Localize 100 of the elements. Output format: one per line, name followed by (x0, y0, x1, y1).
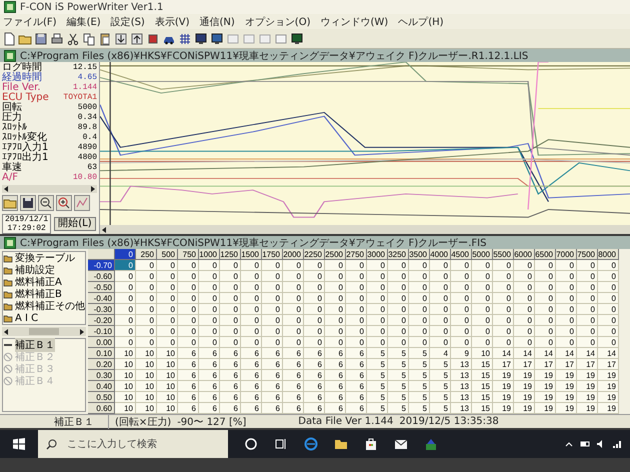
monitor-icon[interactable] (194, 32, 208, 46)
table-cell[interactable]: 0 (220, 293, 241, 304)
table-cell[interactable]: 0 (430, 315, 451, 326)
table-cell[interactable]: 0 (451, 326, 472, 337)
table-cell[interactable]: 5 (430, 392, 451, 403)
table-cell[interactable]: 0 (115, 260, 136, 271)
table-cell[interactable]: 0 (556, 282, 577, 293)
tree-item[interactable]: 燃料補正その他 (15, 299, 85, 313)
table-cell[interactable]: 6 (220, 392, 241, 403)
table-cell[interactable]: 17 (514, 359, 535, 370)
table-cell[interactable]: 0 (262, 282, 283, 293)
table-cell[interactable]: 6 (199, 359, 220, 370)
table-cell[interactable]: 10 (472, 348, 493, 359)
table-cell[interactable]: 0 (199, 337, 220, 348)
table-cell[interactable]: 14 (493, 348, 514, 359)
table-cell[interactable]: 5 (409, 381, 430, 392)
table-cell[interactable]: 6 (283, 381, 304, 392)
network-icon[interactable] (612, 439, 622, 449)
table-cell[interactable]: 0 (346, 304, 367, 315)
table-cell[interactable]: 17 (577, 359, 598, 370)
table-cell[interactable]: 0 (241, 293, 262, 304)
table-cell[interactable]: 0 (556, 337, 577, 348)
table-cell[interactable]: 0 (115, 293, 136, 304)
table-cell[interactable]: 0 (556, 315, 577, 326)
table-cell[interactable]: 0 (430, 260, 451, 271)
row-header[interactable]: -0.70 (88, 260, 115, 271)
table-cell[interactable]: 0 (199, 282, 220, 293)
table-cell[interactable]: 19 (514, 370, 535, 381)
table-cell[interactable]: 0 (556, 260, 577, 271)
table-cell[interactable]: 0 (136, 271, 157, 282)
table-cell[interactable]: 9 (451, 348, 472, 359)
table-cell[interactable]: 0 (325, 326, 346, 337)
table-cell[interactable]: 6 (220, 348, 241, 359)
table-cell[interactable]: 0 (199, 260, 220, 271)
table-cell[interactable]: 0 (472, 282, 493, 293)
table-cell[interactable]: 5 (409, 359, 430, 370)
table-cell[interactable]: 6 (241, 392, 262, 403)
table-cell[interactable]: 0 (178, 337, 199, 348)
table-cell[interactable]: 10 (136, 381, 157, 392)
table-cell[interactable]: 0 (115, 271, 136, 282)
table-cell[interactable]: 0 (304, 304, 325, 315)
table-cell[interactable]: 6 (283, 392, 304, 403)
table-cell[interactable]: 0 (115, 315, 136, 326)
table-cell[interactable]: 6 (220, 370, 241, 381)
row-header[interactable]: 0.00 (88, 337, 115, 348)
table-cell[interactable]: 0 (598, 271, 619, 282)
row-header[interactable]: -0.30 (88, 304, 115, 315)
column-header[interactable]: 4000 (430, 249, 451, 260)
table-cell[interactable]: 0 (157, 315, 178, 326)
table-cell[interactable]: 0 (178, 315, 199, 326)
table-cell[interactable]: 0 (157, 304, 178, 315)
table-cell[interactable]: 0 (409, 326, 430, 337)
table-cell[interactable]: 6 (262, 370, 283, 381)
table-cell[interactable]: 0 (136, 260, 157, 271)
search-bar[interactable]: ここに入力して検索 (38, 430, 228, 458)
table-cell[interactable]: 0 (577, 315, 598, 326)
table-cell[interactable]: 6 (325, 370, 346, 381)
printer-icon[interactable] (50, 32, 64, 46)
table-cell[interactable]: 0 (556, 293, 577, 304)
column-header[interactable]: 7500 (577, 249, 598, 260)
table-cell[interactable]: 19 (577, 381, 598, 392)
column-header[interactable]: 250 (136, 249, 157, 260)
table-cell[interactable]: 0 (115, 282, 136, 293)
windows-logo-icon[interactable] (13, 438, 25, 450)
table-cell[interactable]: 15 (472, 392, 493, 403)
table-cell[interactable]: 5 (388, 370, 409, 381)
table-cell[interactable]: 6 (262, 392, 283, 403)
table-cell[interactable]: 0 (304, 337, 325, 348)
table-cell[interactable]: 0 (514, 282, 535, 293)
table-cell[interactable]: 0 (535, 271, 556, 282)
new-file-icon[interactable] (2, 32, 16, 46)
table-cell[interactable]: 10 (115, 381, 136, 392)
table-cell[interactable]: 0 (325, 271, 346, 282)
table-cell[interactable]: 0 (430, 271, 451, 282)
menu-item[interactable]: 表示(V) (154, 14, 190, 28)
table-cell[interactable]: 0 (388, 293, 409, 304)
table-cell[interactable]: 5 (388, 392, 409, 403)
column-header[interactable]: 7000 (556, 249, 577, 260)
table-cell[interactable]: 0 (409, 293, 430, 304)
table-cell[interactable]: 14 (577, 348, 598, 359)
table-cell[interactable]: 0 (451, 315, 472, 326)
table-cell[interactable]: 0 (556, 304, 577, 315)
column-header[interactable]: 3500 (409, 249, 430, 260)
table-cell[interactable]: 19 (514, 392, 535, 403)
shopping-bag-icon[interactable] (364, 437, 378, 451)
table-cell[interactable]: 0 (115, 304, 136, 315)
table-cell[interactable]: 0 (514, 326, 535, 337)
browser-icon[interactable] (304, 437, 318, 451)
table-cell[interactable]: 0 (220, 260, 241, 271)
table-cell[interactable]: 13 (451, 370, 472, 381)
table-cell[interactable]: 6 (178, 381, 199, 392)
table-cell[interactable]: 10 (115, 392, 136, 403)
search-field[interactable]: ここに入力して検索 (65, 438, 219, 450)
column-header[interactable]: 1250 (220, 249, 241, 260)
table-cell[interactable]: 0 (535, 304, 556, 315)
column-header[interactable]: 0 (115, 249, 136, 260)
right-arrow-icon[interactable] (78, 328, 86, 336)
table-cell[interactable]: 0 (367, 260, 388, 271)
table-cell[interactable]: 4 (430, 348, 451, 359)
disk-icon[interactable] (20, 195, 36, 211)
